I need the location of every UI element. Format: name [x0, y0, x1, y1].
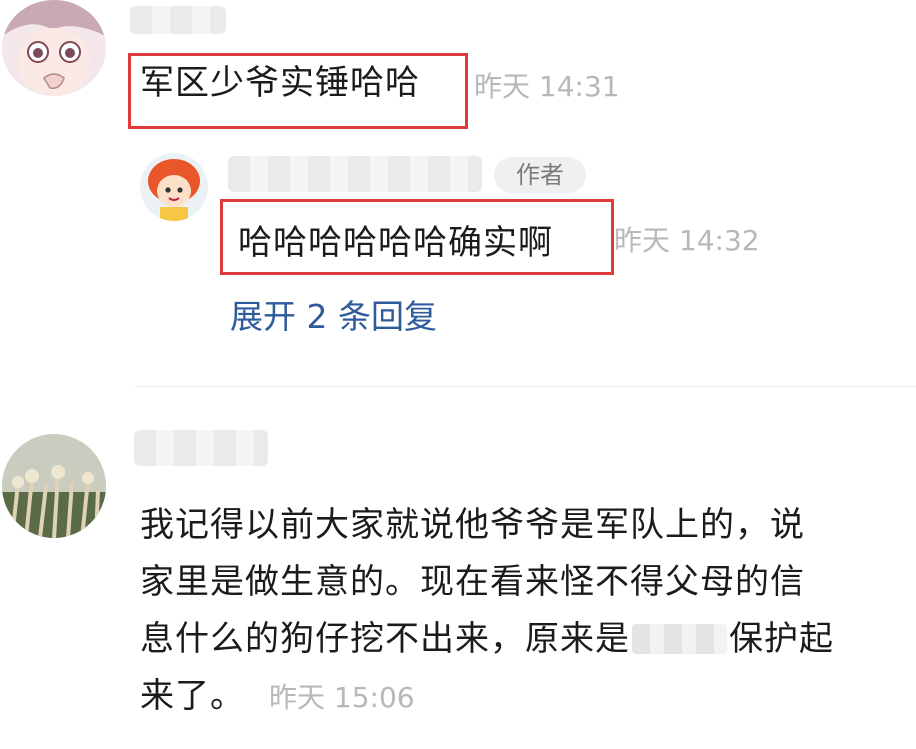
reply-timestamp: 昨天 14:32 [614, 224, 760, 257]
username-blurred[interactable] [130, 6, 226, 34]
comment-line-group: 来了。 昨天 15:06 [140, 668, 910, 726]
reeds-landscape-avatar-icon [2, 434, 106, 538]
avatar[interactable] [2, 0, 106, 96]
comment-line: 家里是做生意的。现在看来怪不得父母的信 [140, 562, 805, 602]
divider [135, 386, 916, 387]
cartoon-girl-avatar-icon [140, 153, 208, 221]
comment-line: 息什么的狗仔挖不出来，原来是 [140, 619, 630, 659]
username-blurred[interactable] [134, 430, 268, 466]
comment-timestamp: 昨天 14:31 [474, 70, 620, 103]
avatar[interactable] [2, 434, 106, 538]
comment-line: 我记得以前大家就说他爷爷是军队上的，说 [140, 505, 805, 545]
comment-line: 保护起 [729, 619, 834, 659]
author-badge: 作者 [494, 157, 586, 193]
comment-text: 我记得以前大家就说他爷爷是军队上的，说 家里是做生意的。现在看来怪不得父母的信 … [140, 497, 910, 726]
comment-line: 来了。 [140, 676, 245, 716]
reply-username-blurred[interactable] [228, 156, 482, 192]
reply-highlight-box [220, 199, 614, 275]
expand-replies-link[interactable]: 展开 2 条回复 [230, 297, 437, 337]
comment-timestamp: 昨天 15:06 [269, 681, 415, 714]
redacted-blur [632, 624, 727, 654]
anime-girl-avatar-icon [2, 0, 106, 96]
highlight-box [128, 53, 468, 129]
reply-avatar[interactable] [140, 153, 208, 221]
comment-line-group: 息什么的狗仔挖不出来，原来是 保护起 [140, 611, 910, 668]
